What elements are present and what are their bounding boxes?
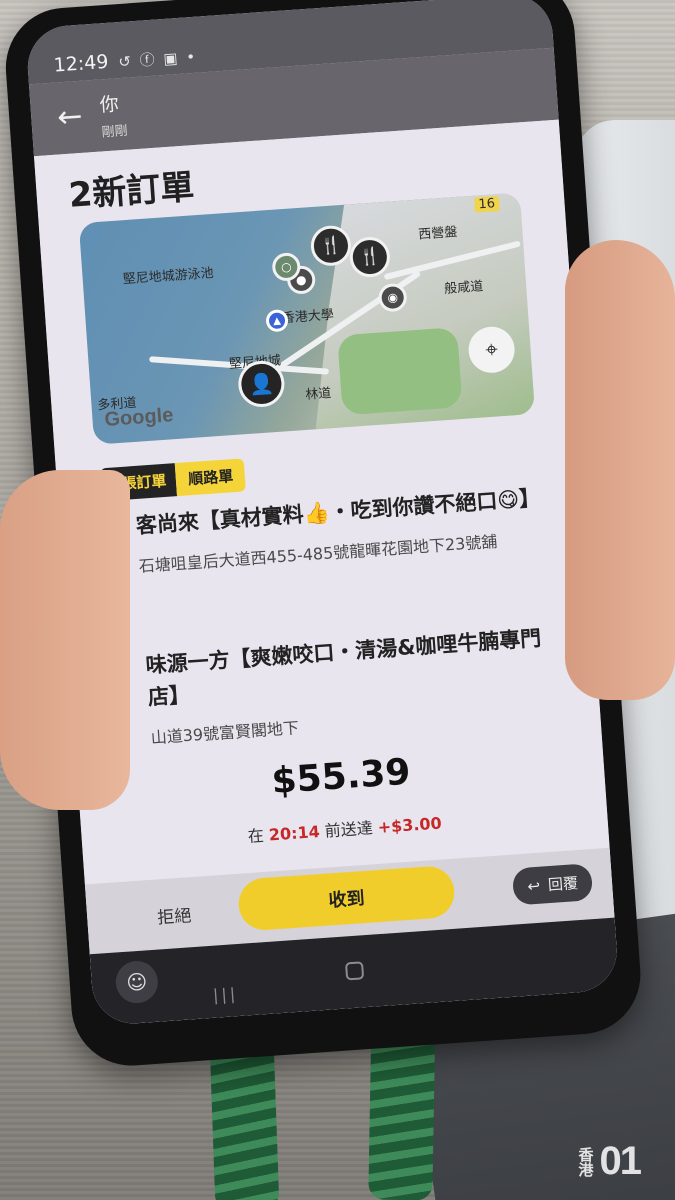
watermark-text: 香港	[576, 1146, 595, 1177]
map-provider-logo: Google	[103, 404, 175, 431]
map-park	[337, 327, 463, 416]
map-label-university: 香港大學	[281, 307, 335, 327]
deadline-time: 20:14	[268, 821, 321, 845]
status-time: 12:49	[52, 50, 110, 77]
page-title: 2新訂單	[67, 167, 196, 216]
current-location-icon: ▲	[265, 308, 289, 333]
route-type-badge: 順路單	[175, 458, 247, 497]
holding-thumb-right	[565, 240, 675, 700]
holding-hand-left	[0, 470, 130, 810]
reply-arrow-icon: ↩	[526, 876, 541, 896]
map-label-hospital: 般咸道	[443, 279, 484, 297]
pickup-stop-1[interactable]: 🍴 客尚來【真材實料👍・吃到你讚不絕口😋】 石塘咀皇后大道西455-485號龍暉…	[99, 482, 543, 585]
map-label-pool: 堅尼地城游泳池	[122, 266, 215, 288]
reply-button[interactable]: ↩ 回覆	[512, 863, 594, 906]
map-label-sai-ying-pun: 西營盤	[417, 224, 458, 243]
emoji-icon[interactable]: ☺	[114, 959, 160, 1005]
recent-apps-icon[interactable]: |||	[212, 984, 238, 1005]
notification-texts: 你 剛剛	[98, 89, 129, 141]
watermark-logo: 01	[599, 1139, 642, 1183]
deadline-prefix: 在	[247, 825, 265, 846]
bonus-amount: +$3.00	[377, 813, 443, 837]
notification-subtitle: 剛剛	[101, 123, 129, 141]
map-label-road: 林道	[304, 386, 332, 403]
route-map[interactable]: 堅尼地城游泳池 香港大學 西營盤 般咸道 堅尼地城 多利道 林道 16 🍴 🍴 …	[78, 192, 536, 445]
deadline-suffix: 前送達	[324, 818, 374, 841]
watermark: 香港 01	[577, 1139, 658, 1184]
reject-button[interactable]: 拒絕	[156, 901, 192, 928]
back-arrow-icon[interactable]: ←	[56, 99, 84, 136]
home-icon[interactable]	[344, 961, 365, 981]
status-icons: ↺ ⓕ ▣ •	[117, 47, 198, 71]
reply-label: 回覆	[547, 874, 579, 895]
map-route-badge: 16	[473, 195, 500, 213]
pickup-stop-2[interactable]: 🍴 味源一方【爽嫩咬口・清湯&咖哩牛腩專門店】 山道39號富賢閣地下	[109, 622, 555, 756]
notification-title: 你	[98, 93, 120, 117]
accept-button[interactable]: 收到	[236, 864, 457, 932]
